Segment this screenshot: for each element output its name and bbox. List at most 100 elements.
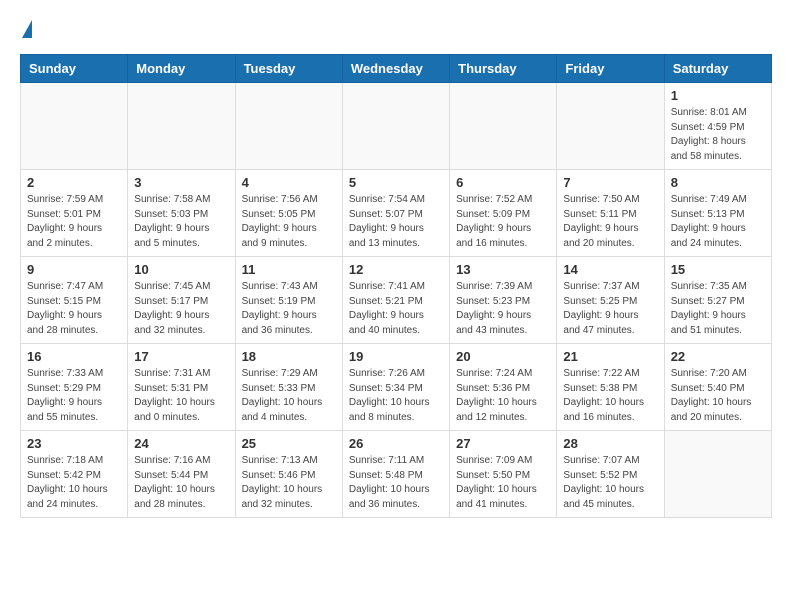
weekday-header-tuesday: Tuesday <box>235 55 342 83</box>
day-info: Sunrise: 7:41 AM Sunset: 5:21 PM Dayligh… <box>349 280 443 338</box>
calendar-cell: 11 Sunrise: 7:43 AM Sunset: 5:19 PM Dayli… <box>235 257 342 344</box>
calendar-cell <box>664 431 771 518</box>
day-number: 26 <box>349 436 443 451</box>
calendar-cell: 21 Sunrise: 7:22 AM Sunset: 5:38 PM Dayli… <box>557 344 664 431</box>
day-info: Sunrise: 7:31 AM Sunset: 5:31 PM Dayligh… <box>134 367 228 425</box>
calendar-cell: 4 Sunrise: 7:56 AM Sunset: 5:05 PM Daylig… <box>235 170 342 257</box>
weekday-header-thursday: Thursday <box>450 55 557 83</box>
day-info: Sunrise: 8:01 AM Sunset: 4:59 PM Dayligh… <box>671 106 765 164</box>
day-info: Sunrise: 7:50 AM Sunset: 5:11 PM Dayligh… <box>563 193 657 251</box>
day-number: 11 <box>242 262 336 277</box>
day-number: 10 <box>134 262 228 277</box>
day-number: 13 <box>456 262 550 277</box>
calendar-cell: 12Sunrise: 7:41 AM Sunset: 5:21 PM Dayli… <box>342 257 449 344</box>
calendar-cell: 19 Sunrise: 7:26 AM Sunset: 5:34 PM Dayli… <box>342 344 449 431</box>
calendar-cell <box>235 83 342 170</box>
day-info: Sunrise: 7:29 AM Sunset: 5:33 PM Dayligh… <box>242 367 336 425</box>
day-info: Sunrise: 7:22 AM Sunset: 5:38 PM Dayligh… <box>563 367 657 425</box>
day-number: 28 <box>563 436 657 451</box>
calendar-cell: 15 Sunrise: 7:35 AM Sunset: 5:27 PM Dayli… <box>664 257 771 344</box>
day-info: Sunrise: 7:39 AM Sunset: 5:23 PM Dayligh… <box>456 280 550 338</box>
calendar-week-row: 1 Sunrise: 8:01 AM Sunset: 4:59 PM Daylig… <box>21 83 772 170</box>
day-info: Sunrise: 7:26 AM Sunset: 5:34 PM Dayligh… <box>349 367 443 425</box>
day-info: Sunrise: 7:07 AM Sunset: 5:52 PM Dayligh… <box>563 454 657 512</box>
page-header <box>20 20 772 38</box>
calendar-week-row: 2 Sunrise: 7:59 AM Sunset: 5:01 PM Daylig… <box>21 170 772 257</box>
calendar-cell: 25 Sunrise: 7:13 AM Sunset: 5:46 PM Dayli… <box>235 431 342 518</box>
day-number: 9 <box>27 262 121 277</box>
day-number: 19 <box>349 349 443 364</box>
day-number: 16 <box>27 349 121 364</box>
day-info: Sunrise: 7:35 AM Sunset: 5:27 PM Dayligh… <box>671 280 765 338</box>
calendar-cell: 10 Sunrise: 7:45 AM Sunset: 5:17 PM Dayli… <box>128 257 235 344</box>
calendar-cell: 1 Sunrise: 8:01 AM Sunset: 4:59 PM Daylig… <box>664 83 771 170</box>
day-info: Sunrise: 7:09 AM Sunset: 5:50 PM Dayligh… <box>456 454 550 512</box>
day-info: Sunrise: 7:37 AM Sunset: 5:25 PM Dayligh… <box>563 280 657 338</box>
calendar-cell: 24 Sunrise: 7:16 AM Sunset: 5:44 PM Dayli… <box>128 431 235 518</box>
calendar-cell <box>557 83 664 170</box>
day-info: Sunrise: 7:45 AM Sunset: 5:17 PM Dayligh… <box>134 280 228 338</box>
calendar-cell: 7 Sunrise: 7:50 AM Sunset: 5:11 PM Daylig… <box>557 170 664 257</box>
calendar-cell: 9 Sunrise: 7:47 AM Sunset: 5:15 PM Daylig… <box>21 257 128 344</box>
calendar-cell: 27 Sunrise: 7:09 AM Sunset: 5:50 PM Dayli… <box>450 431 557 518</box>
day-info: Sunrise: 7:20 AM Sunset: 5:40 PM Dayligh… <box>671 367 765 425</box>
day-number: 15 <box>671 262 765 277</box>
weekday-header-wednesday: Wednesday <box>342 55 449 83</box>
day-info: Sunrise: 7:52 AM Sunset: 5:09 PM Dayligh… <box>456 193 550 251</box>
calendar-cell: 2 Sunrise: 7:59 AM Sunset: 5:01 PM Daylig… <box>21 170 128 257</box>
day-number: 7 <box>563 175 657 190</box>
day-number: 1 <box>671 88 765 103</box>
day-info: Sunrise: 7:47 AM Sunset: 5:15 PM Dayligh… <box>27 280 121 338</box>
weekday-header-saturday: Saturday <box>664 55 771 83</box>
day-number: 6 <box>456 175 550 190</box>
calendar-cell <box>21 83 128 170</box>
day-info: Sunrise: 7:33 AM Sunset: 5:29 PM Dayligh… <box>27 367 121 425</box>
calendar-cell: 23 Sunrise: 7:18 AM Sunset: 5:42 PM Dayli… <box>21 431 128 518</box>
day-info: Sunrise: 7:24 AM Sunset: 5:36 PM Dayligh… <box>456 367 550 425</box>
calendar-cell: 26Sunrise: 7:11 AM Sunset: 5:48 PM Dayli… <box>342 431 449 518</box>
day-info: Sunrise: 7:43 AM Sunset: 5:19 PM Dayligh… <box>242 280 336 338</box>
calendar-cell: 14 Sunrise: 7:37 AM Sunset: 5:25 PM Dayli… <box>557 257 664 344</box>
calendar-week-row: 9 Sunrise: 7:47 AM Sunset: 5:15 PM Daylig… <box>21 257 772 344</box>
calendar-cell: 28 Sunrise: 7:07 AM Sunset: 5:52 PM Dayli… <box>557 431 664 518</box>
day-info: Sunrise: 7:13 AM Sunset: 5:46 PM Dayligh… <box>242 454 336 512</box>
day-number: 8 <box>671 175 765 190</box>
calendar-week-row: 16 Sunrise: 7:33 AM Sunset: 5:29 PM Dayli… <box>21 344 772 431</box>
day-number: 27 <box>456 436 550 451</box>
day-number: 20 <box>456 349 550 364</box>
day-info: Sunrise: 7:16 AM Sunset: 5:44 PM Dayligh… <box>134 454 228 512</box>
day-number: 18 <box>242 349 336 364</box>
day-number: 23 <box>27 436 121 451</box>
calendar-cell: 18 Sunrise: 7:29 AM Sunset: 5:33 PM Dayli… <box>235 344 342 431</box>
calendar-cell: 22 Sunrise: 7:20 AM Sunset: 5:40 PM Dayli… <box>664 344 771 431</box>
calendar-cell <box>450 83 557 170</box>
day-number: 2 <box>27 175 121 190</box>
day-info: Sunrise: 7:18 AM Sunset: 5:42 PM Dayligh… <box>27 454 121 512</box>
day-info: Sunrise: 7:58 AM Sunset: 5:03 PM Dayligh… <box>134 193 228 251</box>
day-number: 21 <box>563 349 657 364</box>
calendar-cell <box>342 83 449 170</box>
day-number: 5 <box>349 175 443 190</box>
day-number: 3 <box>134 175 228 190</box>
calendar-table: SundayMondayTuesdayWednesdayThursdayFrid… <box>20 54 772 518</box>
day-info: Sunrise: 7:59 AM Sunset: 5:01 PM Dayligh… <box>27 193 121 251</box>
calendar-cell: 8 Sunrise: 7:49 AM Sunset: 5:13 PM Daylig… <box>664 170 771 257</box>
day-number: 14 <box>563 262 657 277</box>
weekday-header-sunday: Sunday <box>21 55 128 83</box>
day-info: Sunrise: 7:49 AM Sunset: 5:13 PM Dayligh… <box>671 193 765 251</box>
weekday-header-row: SundayMondayTuesdayWednesdayThursdayFrid… <box>21 55 772 83</box>
calendar-cell <box>128 83 235 170</box>
calendar-cell: 17Sunrise: 7:31 AM Sunset: 5:31 PM Dayli… <box>128 344 235 431</box>
day-number: 22 <box>671 349 765 364</box>
calendar-week-row: 23 Sunrise: 7:18 AM Sunset: 5:42 PM Dayli… <box>21 431 772 518</box>
weekday-header-friday: Friday <box>557 55 664 83</box>
calendar-cell: 16 Sunrise: 7:33 AM Sunset: 5:29 PM Dayli… <box>21 344 128 431</box>
calendar-cell: 3 Sunrise: 7:58 AM Sunset: 5:03 PM Daylig… <box>128 170 235 257</box>
calendar-cell: 13 Sunrise: 7:39 AM Sunset: 5:23 PM Dayli… <box>450 257 557 344</box>
calendar-cell: 6 Sunrise: 7:52 AM Sunset: 5:09 PM Daylig… <box>450 170 557 257</box>
day-number: 25 <box>242 436 336 451</box>
calendar-cell: 20 Sunrise: 7:24 AM Sunset: 5:36 PM Dayli… <box>450 344 557 431</box>
day-info: Sunrise: 7:56 AM Sunset: 5:05 PM Dayligh… <box>242 193 336 251</box>
day-number: 24 <box>134 436 228 451</box>
day-number: 4 <box>242 175 336 190</box>
